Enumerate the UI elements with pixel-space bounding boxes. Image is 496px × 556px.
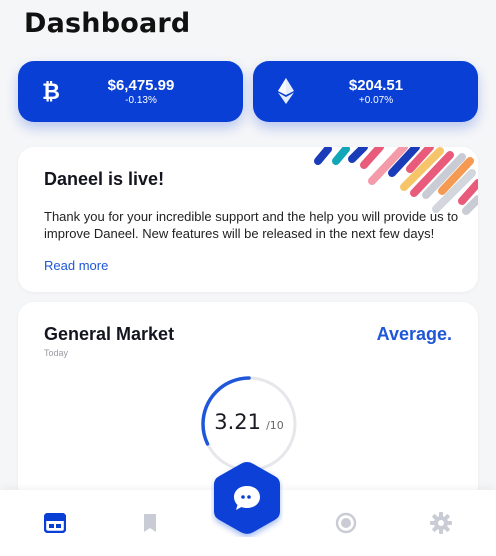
bitcoin-card[interactable]: ₿ $6,475.99 -0.13% (18, 61, 243, 122)
ethereum-price: $204.51 (348, 77, 404, 94)
market-score-max: /10 (266, 419, 284, 432)
dashboard-icon (44, 513, 66, 533)
news-title: Daneel is live! (44, 169, 165, 189)
ethereum-change: +0.07% (358, 95, 394, 106)
news-card: Daneel is live! Thank you for your incre… (18, 147, 478, 292)
radar-icon (335, 512, 357, 534)
page-title: Dashboard (24, 8, 191, 39)
market-score-value: 3.21 (214, 410, 261, 434)
news-body: Thank you for your incredible support an… (44, 209, 459, 241)
decorative-stripes (314, 147, 478, 215)
gear-icon (430, 512, 452, 534)
bookmark-icon (144, 514, 156, 532)
chat-icon (214, 462, 280, 534)
market-rating: Average. (376, 324, 452, 344)
tab-dashboard[interactable] (43, 511, 67, 535)
market-subtitle: Today (44, 348, 69, 358)
bitcoin-price: $6,475.99 (107, 77, 175, 94)
ethereum-card[interactable]: $204.51 +0.07% (253, 61, 478, 122)
tab-radar[interactable] (334, 511, 358, 535)
bitcoin-change: -0.13% (125, 95, 157, 106)
svg-text:₿: ₿ (42, 80, 60, 103)
tab-settings[interactable] (429, 511, 453, 535)
chat-button[interactable] (211, 459, 283, 537)
tab-bookmarks[interactable] (138, 511, 162, 535)
bitcoin-icon: ₿ (38, 78, 64, 104)
market-title: General Market (44, 324, 175, 344)
ethereum-icon (273, 78, 299, 104)
market-score: 3.21 /10 (199, 410, 299, 434)
read-more-link[interactable]: Read more (44, 258, 108, 273)
